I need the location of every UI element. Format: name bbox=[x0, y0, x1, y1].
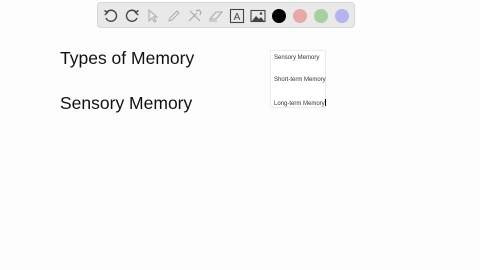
eraser-icon[interactable] bbox=[206, 6, 226, 26]
undo-icon[interactable] bbox=[101, 6, 121, 26]
color-blue-swatch[interactable] bbox=[335, 9, 349, 23]
text-icon[interactable]: A bbox=[227, 6, 247, 26]
list-item-text: Long-term Memory bbox=[274, 101, 325, 107]
heading-types-of-memory[interactable]: Types of Memory bbox=[60, 49, 194, 68]
text-caret bbox=[324, 99, 326, 106]
toolbar: A bbox=[97, 2, 355, 28]
pen-icon[interactable] bbox=[164, 6, 184, 26]
color-black-swatch[interactable] bbox=[272, 9, 286, 23]
list-item: Short-term Memory bbox=[274, 77, 326, 83]
list-item-editing[interactable]: Long-term Memory bbox=[274, 99, 326, 107]
whiteboard-canvas[interactable]: A Types of Memory Sensory Memory Sensory… bbox=[0, 0, 480, 270]
image-icon[interactable] bbox=[248, 6, 268, 26]
select-arrow-icon[interactable] bbox=[143, 6, 163, 26]
redo-icon[interactable] bbox=[122, 6, 142, 26]
heading-sensory-memory[interactable]: Sensory Memory bbox=[60, 94, 192, 113]
svg-text:A: A bbox=[234, 12, 241, 23]
list-item: Sensory Memory bbox=[274, 55, 320, 61]
text-list-box[interactable]: Sensory Memory Short-term Memory Long-te… bbox=[270, 50, 326, 108]
color-green-swatch[interactable] bbox=[314, 9, 328, 23]
tools-icon[interactable] bbox=[185, 6, 205, 26]
color-red-swatch[interactable] bbox=[293, 9, 307, 23]
